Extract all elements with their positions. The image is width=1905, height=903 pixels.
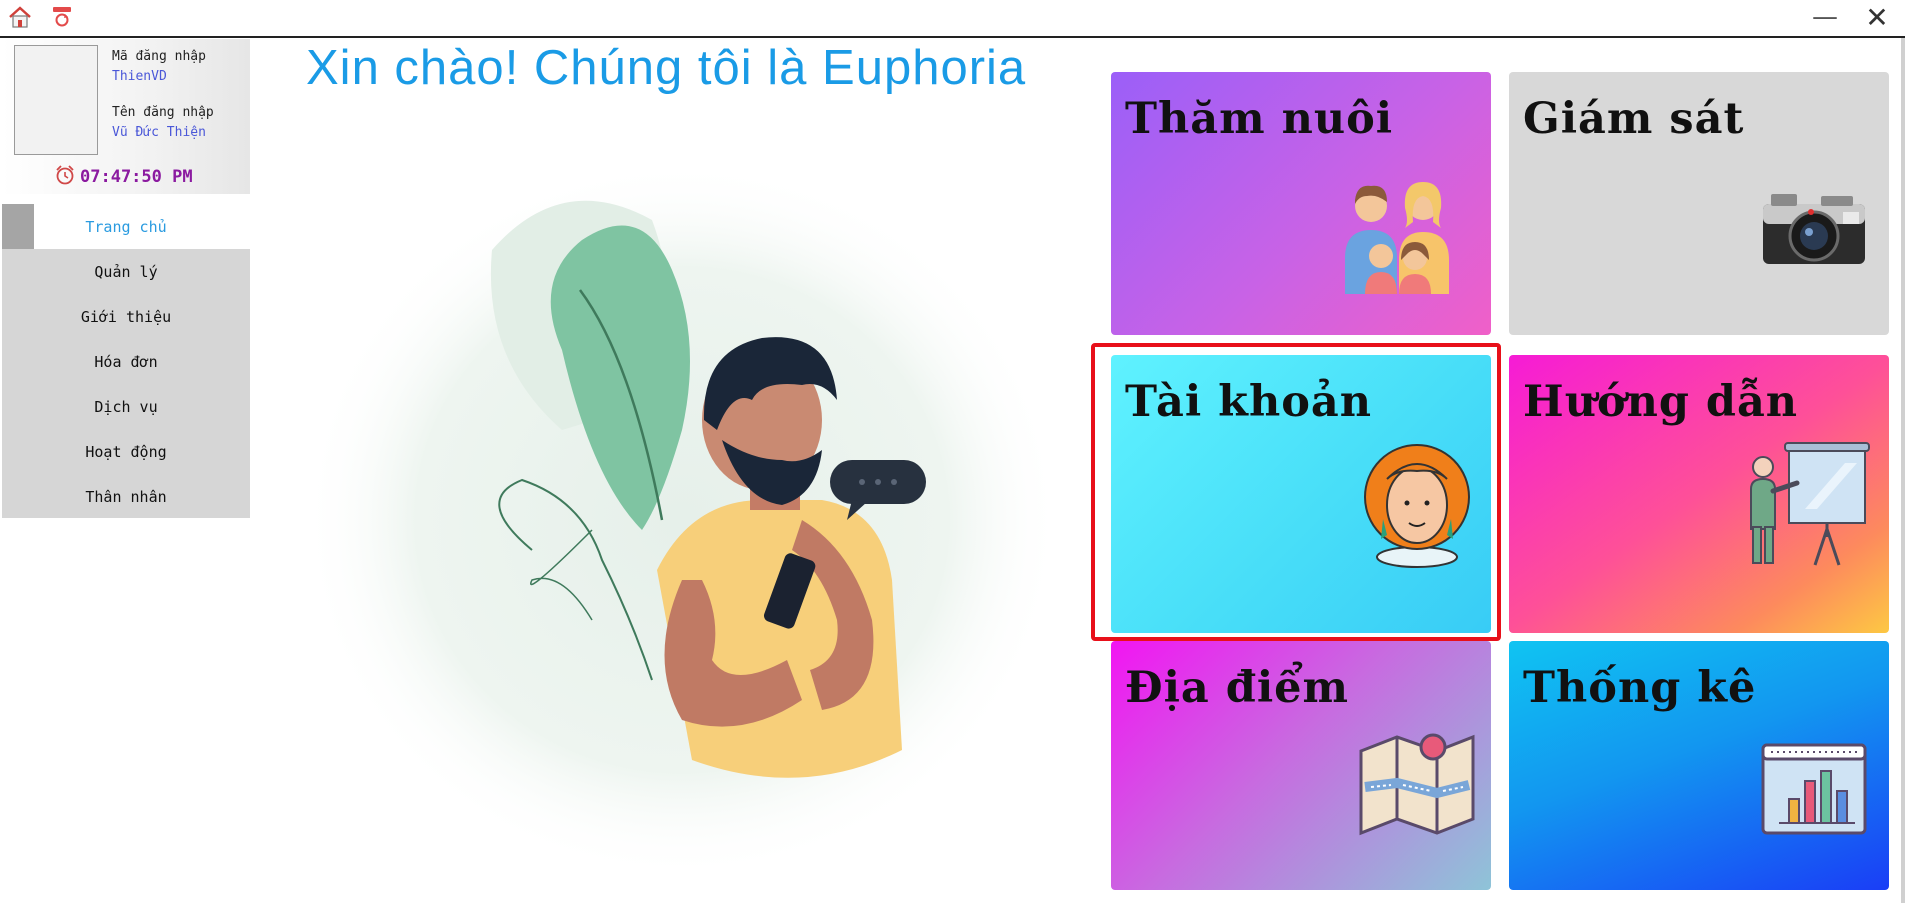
sidebar-item-relatives[interactable]: Thân nhân: [2, 474, 250, 519]
tile-foster[interactable]: Thăm nuôi: [1111, 72, 1491, 335]
login-name-label: Tên đăng nhập: [112, 105, 214, 120]
tile-title: Địa điểm: [1125, 663, 1350, 713]
login-name-value: Vũ Đức Thiện: [112, 125, 206, 140]
refresh-icon[interactable]: [48, 4, 76, 30]
sidebar-item-label: Dịch vụ: [94, 397, 158, 416]
page-title: Xin chào! Chúng tôi là Euphoria: [306, 41, 1027, 95]
sidebar-item-about[interactable]: Giới thiệu: [2, 294, 250, 339]
clock: 07:47:50 PM: [54, 164, 193, 190]
tile-title: Hướng dẫn: [1523, 377, 1799, 427]
sidebar-item-label: Giới thiệu: [80, 307, 172, 326]
alarm-clock-icon: [54, 164, 76, 190]
selection-highlight: [1091, 343, 1501, 641]
map-icon: [1357, 727, 1477, 841]
title-bar: — ✕: [0, 0, 1905, 38]
sidebar-item-label: Quản lý: [94, 262, 158, 281]
clock-time: 07:47:50 PM: [80, 167, 193, 187]
avatar: [14, 45, 98, 155]
tile-guide[interactable]: Hướng dẫn: [1509, 355, 1889, 633]
tile-stats[interactable]: Thống kê: [1509, 641, 1889, 890]
user-card: Mã đăng nhập ThienVD Tên đăng nhập Vũ Đứ…: [2, 39, 250, 194]
close-window-button[interactable]: ✕: [1857, 1, 1897, 34]
sidebar-item-management[interactable]: Quản lý: [2, 249, 250, 294]
tile-title: Giám sát: [1523, 94, 1745, 144]
bar-chart-icon: [1759, 741, 1869, 841]
tile-monitor[interactable]: Giám sát: [1509, 72, 1889, 335]
sidebar-item-invoices[interactable]: Hóa đơn: [2, 339, 250, 384]
login-code-value: ThienVD: [112, 69, 167, 84]
camera-icon: [1759, 190, 1869, 272]
presentation-icon: [1745, 439, 1875, 573]
sidebar-item-services[interactable]: Dịch vụ: [2, 384, 250, 429]
sidebar-item-label: Thân nhân: [85, 487, 167, 506]
sidebar-item-home[interactable]: Trang chủ: [2, 204, 250, 249]
window-frame: [1901, 38, 1905, 903]
home-icon[interactable]: [6, 4, 34, 30]
minimize-button[interactable]: —: [1805, 2, 1845, 32]
app-window: — ✕ Mã đăng nhập ThienVD Tên đăng nhập V…: [0, 0, 1905, 903]
sidebar-item-label: Trang chủ: [85, 217, 167, 236]
sidebar: Trang chủ Quản lý Giới thiệu Hóa đơn Dịc…: [2, 204, 250, 518]
login-code-label: Mã đăng nhập: [112, 49, 206, 64]
tile-title: Thăm nuôi: [1125, 94, 1394, 144]
active-marker: [2, 204, 34, 249]
tile-location[interactable]: Địa điểm: [1111, 641, 1491, 890]
family-icon: [1337, 178, 1463, 298]
man-with-phone-illustration: [262, 100, 1102, 890]
sidebar-item-label: Hóa đơn: [94, 352, 158, 371]
tile-title: Thống kê: [1523, 663, 1757, 713]
sidebar-item-activities[interactable]: Hoạt động: [2, 429, 250, 474]
sidebar-item-label: Hoạt động: [85, 442, 167, 461]
